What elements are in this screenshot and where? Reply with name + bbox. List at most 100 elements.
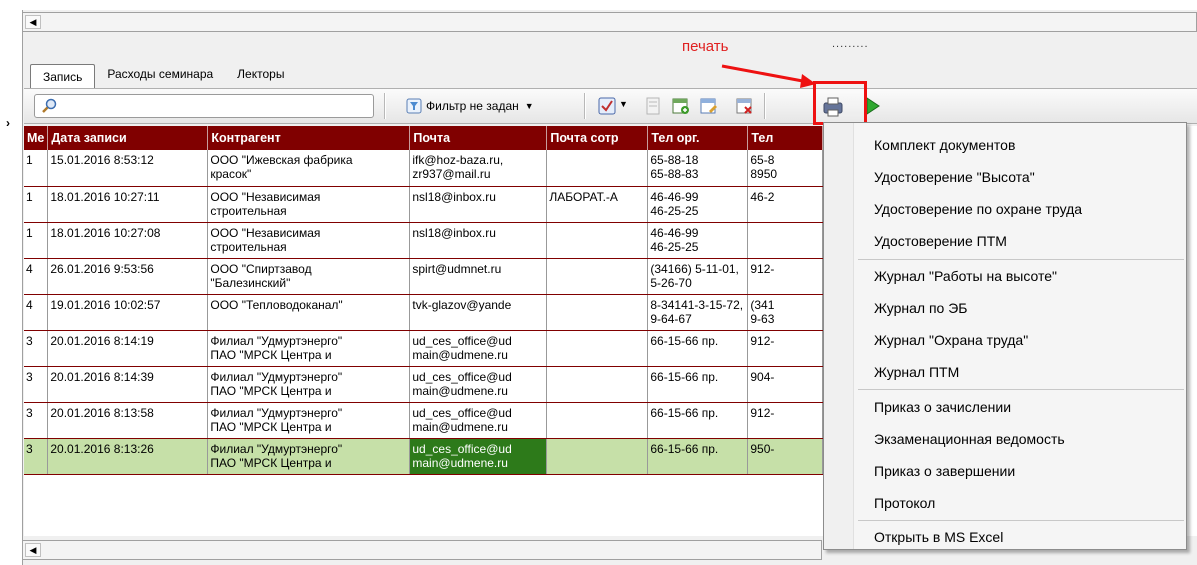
- table-cell[interactable]: 65-8 8950: [747, 150, 824, 187]
- scroll-left-arrow-icon[interactable]: ◀: [25, 15, 41, 29]
- menu-item-enrollment-order[interactable]: Приказ о зачислении: [874, 399, 1011, 415]
- table-cell[interactable]: ifk@hoz-baza.ru, zr937@mail.ru: [409, 150, 548, 187]
- table-cell[interactable]: [546, 222, 649, 259]
- search-input[interactable]: [34, 94, 374, 118]
- table-row[interactable]: 4 26.01.2016 9:53:56 ООО "Спиртзавод "Ба…: [24, 258, 824, 295]
- table-cell[interactable]: ООО "Спиртзавод "Балезинский": [207, 258, 411, 295]
- table-cell[interactable]: tvk-glazov@yande: [409, 294, 548, 331]
- table-cell[interactable]: 4: [24, 294, 49, 331]
- table-cell[interactable]: ud_ces_office@ud main@udmene.ru: [409, 330, 548, 367]
- calculator-icon[interactable]: [644, 97, 662, 115]
- menu-item-labor-safety-certificate[interactable]: Удостоверение по охране труда: [874, 201, 1082, 217]
- table-cell[interactable]: Филиал "Удмуртэнерго" ПАО "МРСК Центра и: [207, 438, 411, 475]
- column-header[interactable]: Тел: [747, 126, 824, 150]
- table-cell[interactable]: 18.01.2016 10:27:11: [47, 186, 209, 223]
- table-cell[interactable]: 66-15-66 пр.: [647, 402, 749, 439]
- menu-item-fire-journal[interactable]: Журнал ПТМ: [874, 364, 959, 380]
- table-cell[interactable]: 46-2: [747, 186, 824, 223]
- table-cell[interactable]: 66-15-66 пр.: [647, 366, 749, 403]
- table-cell[interactable]: [747, 222, 824, 259]
- table-cell[interactable]: 912-: [747, 258, 824, 295]
- menu-item-height-work-journal[interactable]: Журнал "Работы на высоте": [874, 268, 1057, 284]
- table-cell[interactable]: [546, 150, 649, 187]
- table-cell[interactable]: [546, 330, 649, 367]
- table-cell[interactable]: [546, 294, 649, 331]
- menu-item-exam-sheet[interactable]: Экзаменационная ведомость: [874, 431, 1065, 447]
- table-cell[interactable]: 1: [24, 186, 49, 223]
- tab-record[interactable]: Запись: [30, 64, 96, 88]
- filter-dropdown[interactable]: Фильтр не задан ▼: [406, 94, 534, 118]
- table-cell[interactable]: 3: [24, 438, 49, 475]
- table-cell[interactable]: nsl18@inbox.ru: [409, 222, 548, 259]
- menu-item-completion-order[interactable]: Приказ о завершении: [874, 463, 1015, 479]
- table-cell[interactable]: 18.01.2016 10:27:08: [47, 222, 209, 259]
- table-cell[interactable]: 15.01.2016 8:53:12: [47, 150, 209, 187]
- table-row[interactable]: 3 20.01.2016 8:13:58 Филиал "Удмуртэнерг…: [24, 402, 824, 439]
- table-cell[interactable]: 66-15-66 пр.: [647, 438, 749, 475]
- table-cell[interactable]: 66-15-66 пр.: [647, 330, 749, 367]
- table-cell[interactable]: ООО "Независимая строительная: [207, 186, 411, 223]
- table-cell[interactable]: Филиал "Удмуртэнерго" ПАО "МРСК Центра и: [207, 330, 411, 367]
- table-cell[interactable]: (341 9-63: [747, 294, 824, 331]
- menu-item-document-set[interactable]: Комплект документов: [874, 137, 1015, 153]
- select-icon[interactable]: [598, 97, 616, 115]
- table-cell[interactable]: 20.01.2016 8:13:26: [47, 438, 209, 475]
- table-cell[interactable]: [546, 402, 649, 439]
- table-cell[interactable]: 1: [24, 150, 49, 187]
- table-cell[interactable]: 65-88-18 65-88-83: [647, 150, 749, 187]
- delete-record-icon[interactable]: [736, 97, 754, 115]
- table-row[interactable]: 3 20.01.2016 8:14:19 Филиал "Удмуртэнерг…: [24, 330, 824, 367]
- table-cell[interactable]: ООО "Независимая строительная: [207, 222, 411, 259]
- table-cell[interactable]: nsl18@inbox.ru: [409, 186, 548, 223]
- column-header[interactable]: Контрагент: [207, 126, 411, 150]
- table-cell[interactable]: (34166) 5-11-01, 5-26-70: [647, 258, 749, 295]
- table-cell[interactable]: 950-: [747, 438, 824, 475]
- table-row[interactable]: 1 18.01.2016 10:27:08 ООО "Независимая с…: [24, 222, 824, 259]
- table-cell[interactable]: 4: [24, 258, 49, 295]
- table-row[interactable]: 1 15.01.2016 8:53:12 ООО "Ижевская фабри…: [24, 150, 824, 187]
- chevron-down-icon[interactable]: ▼: [619, 99, 628, 109]
- add-record-icon[interactable]: [672, 97, 690, 115]
- table-cell[interactable]: ud_ces_office@ud main@udmene.ru: [409, 366, 548, 403]
- table-cell[interactable]: 1: [24, 222, 49, 259]
- table-cell[interactable]: 912-: [747, 330, 824, 367]
- table-row-selected[interactable]: 3 20.01.2016 8:13:26 Филиал "Удмуртэнерг…: [24, 438, 824, 475]
- bottom-horizontal-scrollbar[interactable]: ◀: [22, 540, 822, 560]
- top-horizontal-scrollbar[interactable]: ◀: [22, 12, 1197, 32]
- table-cell[interactable]: ООО "Ижевская фабрика красок": [207, 150, 411, 187]
- table-cell[interactable]: spirt@udmnet.ru: [409, 258, 548, 295]
- table-cell[interactable]: 26.01.2016 9:53:56: [47, 258, 209, 295]
- column-header[interactable]: Дата записи: [47, 126, 209, 150]
- table-cell[interactable]: 46-46-99 46-25-25: [647, 186, 749, 223]
- column-header[interactable]: Почта: [409, 126, 548, 150]
- table-cell[interactable]: 20.01.2016 8:14:39: [47, 366, 209, 403]
- table-cell[interactable]: [546, 258, 649, 295]
- table-cell[interactable]: Филиал "Удмуртэнерго" ПАО "МРСК Центра и: [207, 402, 411, 439]
- menu-item-protocol[interactable]: Протокол: [874, 495, 935, 511]
- tab-lecturers[interactable]: Лекторы: [225, 62, 296, 86]
- table-cell[interactable]: Филиал "Удмуртэнерго" ПАО "МРСК Центра и: [207, 366, 411, 403]
- menu-item-fire-certificate[interactable]: Удостоверение ПТМ: [874, 233, 1007, 249]
- tab-seminar-expenses[interactable]: Расходы семинара: [95, 62, 225, 86]
- table-cell[interactable]: ud_ces_office@ud main@udmene.ru: [409, 402, 548, 439]
- menu-item-height-certificate[interactable]: Удостоверение "Высота": [874, 169, 1035, 185]
- column-header[interactable]: Ме: [24, 126, 49, 150]
- table-cell[interactable]: ЛАБОРАТ.-А: [546, 186, 649, 223]
- menu-item-open-excel[interactable]: Открыть в MS Excel: [874, 529, 1003, 545]
- table-cell[interactable]: ООО "Тепловодоканал": [207, 294, 411, 331]
- table-row[interactable]: 4 19.01.2016 10:02:57 ООО "Тепловодокана…: [24, 294, 824, 331]
- table-cell[interactable]: 20.01.2016 8:13:58: [47, 402, 209, 439]
- table-cell[interactable]: ud_ces_office@ud main@udmene.ru: [409, 438, 548, 475]
- table-cell[interactable]: 19.01.2016 10:02:57: [47, 294, 209, 331]
- table-cell[interactable]: 8-34141-3-15-72, 9-64-67: [647, 294, 749, 331]
- table-cell[interactable]: [546, 366, 649, 403]
- table-cell[interactable]: 3: [24, 330, 49, 367]
- table-cell[interactable]: 912-: [747, 402, 824, 439]
- table-cell[interactable]: 20.01.2016 8:14:19: [47, 330, 209, 367]
- table-cell[interactable]: [546, 438, 649, 475]
- table-row[interactable]: 1 18.01.2016 10:27:11 ООО "Независимая с…: [24, 186, 824, 223]
- column-header[interactable]: Тел орг.: [647, 126, 749, 150]
- table-cell[interactable]: 904-: [747, 366, 824, 403]
- table-cell[interactable]: 3: [24, 402, 49, 439]
- table-cell[interactable]: 3: [24, 366, 49, 403]
